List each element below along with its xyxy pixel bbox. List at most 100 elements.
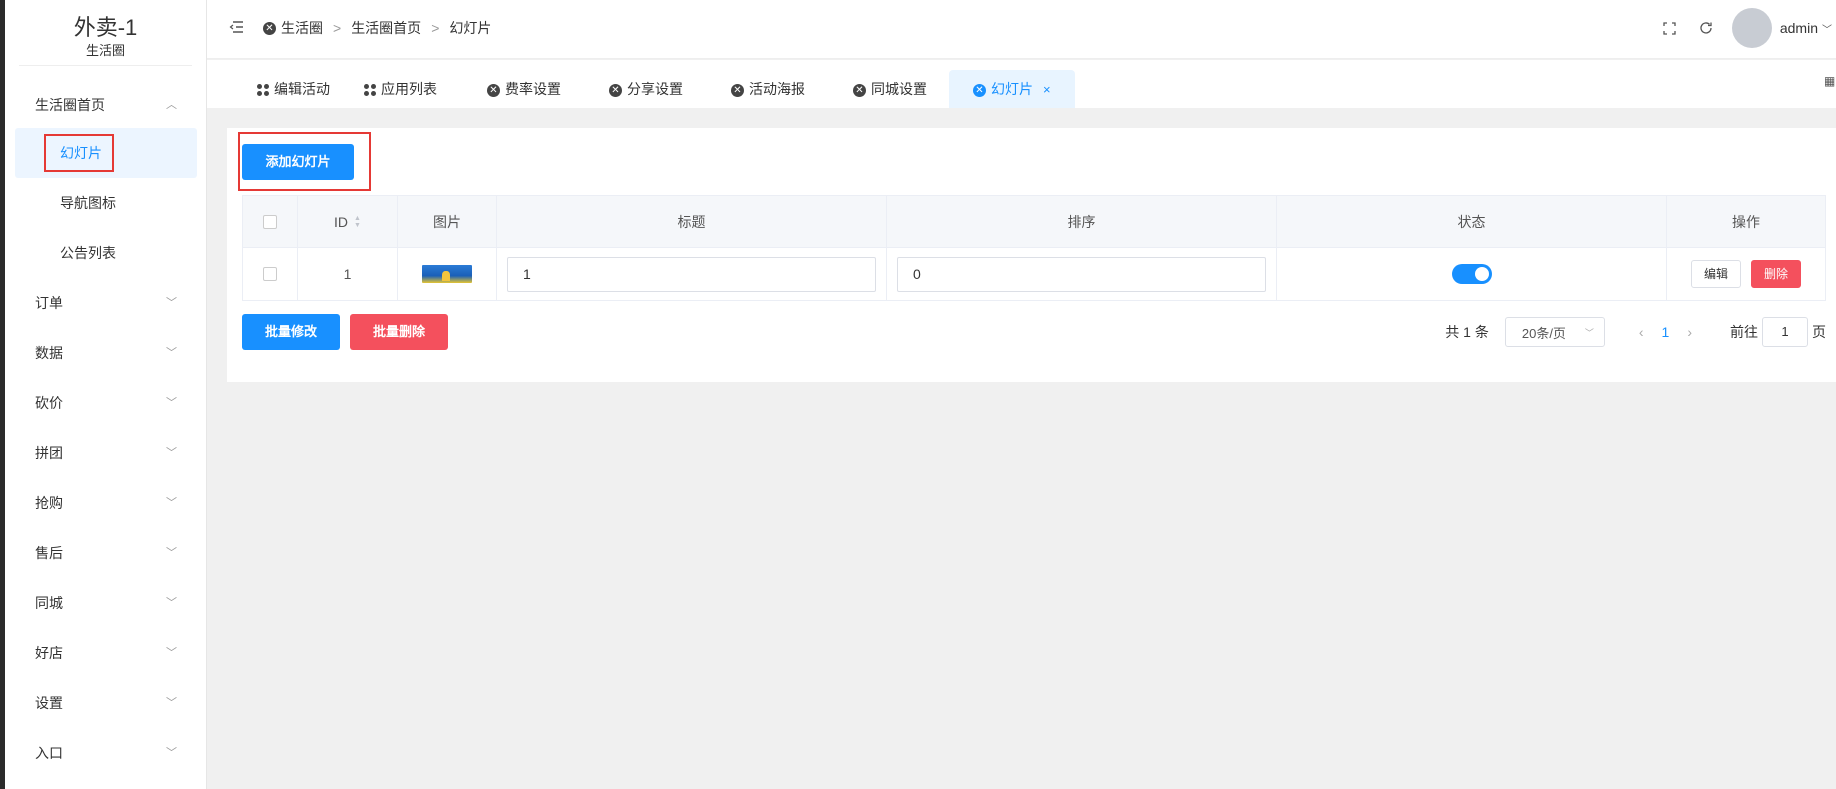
sidebar-item-label: 生活圈首页 [35, 97, 105, 113]
table-row: 1 1 0 编辑 删除 [243, 247, 1825, 300]
sort-icon[interactable]: ▲ ▼ [354, 215, 361, 229]
sidebar-item-local[interactable]: 同城 ﹀ [5, 578, 207, 628]
delete-button[interactable]: 删除 [1751, 260, 1802, 288]
title-input[interactable]: 1 [507, 257, 876, 292]
page-suffix: 页 [1812, 324, 1826, 340]
close-circle-icon: ✕ [853, 83, 866, 97]
avatar[interactable] [1731, 8, 1772, 48]
sidebar-item-bargain[interactable]: 砍价 ﹀ [5, 378, 207, 428]
select-all-checkbox[interactable] [263, 214, 277, 229]
sidebar-item-label: 同城 [35, 595, 63, 611]
tab-label: 活动海报 [749, 81, 805, 97]
header-label: 标题 [677, 213, 706, 230]
header-label: 状态 [1457, 213, 1486, 230]
header-id[interactable]: ID ▲ ▼ [298, 196, 398, 247]
header-label: 排序 [1067, 213, 1096, 230]
header-sort: 排序 [887, 196, 1277, 247]
tab-activity-poster[interactable]: ✕ 活动海报 [731, 70, 805, 108]
sort-cell: 0 [887, 248, 1277, 300]
row-select-cell [243, 248, 298, 300]
select-all-cell [243, 196, 298, 247]
row-checkbox[interactable] [263, 267, 277, 281]
fullscreen-icon[interactable] [1660, 18, 1680, 38]
breadcrumb-item[interactable]: 生活圈首页 [351, 0, 421, 56]
tab-edit-activity[interactable]: 编辑活动 [257, 70, 330, 108]
sidebar-item-label: 售后 [35, 545, 63, 561]
tab-label: 分享设置 [627, 81, 683, 97]
sort-input[interactable]: 0 [897, 257, 1266, 292]
close-circle-icon: ✕ [609, 83, 622, 97]
chevron-down-icon: ﹀ [1584, 327, 1594, 338]
tab-label: 编辑活动 [274, 81, 330, 97]
tab-local-settings[interactable]: ✕ 同城设置 [853, 70, 927, 108]
breadcrumb-separator: > [333, 20, 342, 36]
user-name[interactable]: admin [1780, 20, 1822, 36]
chevron-down-icon: ﹀ [166, 547, 177, 559]
page-size-value: 20条/页 [1521, 325, 1566, 341]
chevron-down-icon: ﹀ [166, 397, 177, 409]
apps-icon [364, 84, 376, 97]
chevron-down-icon: ﹀ [166, 497, 177, 509]
sidebar-item-data[interactable]: 数据 ﹀ [5, 328, 207, 378]
sidebar-item-label: 导航图标 [60, 195, 116, 211]
header-title: 标题 [497, 196, 887, 247]
bulk-delete-button[interactable]: 批量删除 [350, 314, 448, 350]
breadcrumb-separator: > [431, 20, 440, 36]
breadcrumb-item-current: 幻灯片 [449, 20, 492, 36]
chevron-down-icon[interactable]: ﹀ [1822, 21, 1836, 36]
refresh-icon[interactable] [1696, 18, 1716, 38]
title-cell: 1 [497, 248, 887, 300]
chevron-down-icon: ﹀ [166, 747, 177, 759]
sidebar-item-settings[interactable]: 设置 ﹀ [5, 678, 207, 728]
brand-title: 外卖-1 [73, 15, 138, 40]
tab-label: 费率设置 [505, 81, 561, 97]
edit-button[interactable]: 编辑 [1690, 260, 1741, 288]
header-label: 图片 [433, 213, 461, 230]
sidebar-item-entry[interactable]: 入口 ﹀ [5, 728, 207, 778]
breadcrumb-item[interactable]: 生活圈 [281, 0, 323, 56]
table-header: ID ▲ ▼ 图片 标题 排序 状态 操作 [243, 196, 1825, 247]
goto-label: 前往 [1730, 324, 1758, 340]
status-toggle[interactable] [1451, 264, 1492, 284]
sidebar: 外卖-1 生活圈 生活圈首页 ︿ 幻灯片 导航图标 公告列表 订单 ﹀ 数据 ﹀… [5, 0, 207, 789]
header-actions: 操作 [1667, 196, 1825, 247]
menu-fold-icon[interactable] [229, 18, 245, 36]
sidebar-item-home[interactable]: 生活圈首页 ︿ [5, 80, 207, 130]
tab-app-list[interactable]: 应用列表 [364, 70, 437, 108]
sidebar-item-label: 拼团 [35, 445, 63, 461]
sidebar-item-notices[interactable]: 公告列表 [15, 228, 197, 278]
tab-label: 同城设置 [871, 81, 927, 97]
goto-page-input[interactable]: 1 [1762, 317, 1808, 347]
sidebar-item-label: 入口 [35, 745, 63, 761]
sidebar-item-orders[interactable]: 订单 ﹀ [5, 278, 207, 328]
tabs-bar: 编辑活动 应用列表 ✕ 费率设置 ✕ 分享设置 ✕ 活动海报 ✕ 同城设置 ✕ 幻灯片 × … [207, 60, 1836, 108]
brand-subtitle: 生活圈 [85, 43, 125, 58]
tab-slides[interactable]: ✕ 幻灯片 × [949, 70, 1075, 108]
tab-close-icon[interactable]: × [1043, 82, 1051, 97]
sidebar-item-good-shops[interactable]: 好店 ﹀ [5, 628, 207, 678]
page-number[interactable]: 1 [1662, 324, 1670, 340]
header-image: 图片 [398, 196, 497, 247]
slide-thumbnail[interactable] [422, 265, 472, 283]
prev-page-icon[interactable]: ‹ [1639, 324, 1644, 340]
sidebar-item-after-sales[interactable]: 售后 ﹀ [5, 528, 207, 578]
chevron-down-icon: ﹀ [166, 647, 177, 659]
tab-fee-settings[interactable]: ✕ 费率设置 [487, 70, 561, 108]
page-size-select[interactable]: 20条/页 ﹀ [1504, 317, 1605, 347]
sidebar-item-group-buy[interactable]: 拼团 ﹀ [5, 428, 207, 478]
image-cell [398, 248, 497, 300]
tab-label: 应用列表 [381, 81, 437, 97]
more-tabs-icon[interactable]: ▦ [1824, 74, 1836, 90]
bulk-edit-button[interactable]: 批量修改 [242, 314, 340, 350]
close-circle-icon: ✕ [263, 21, 276, 35]
sidebar-item-label: 数据 [35, 345, 63, 361]
tab-share-settings[interactable]: ✕ 分享设置 [609, 70, 683, 108]
sidebar-item-flash-sale[interactable]: 抢购 ﹀ [5, 478, 207, 528]
next-page-icon[interactable]: › [1687, 324, 1692, 340]
chevron-down-icon: ﹀ [166, 297, 177, 309]
status-cell [1277, 248, 1667, 300]
add-slide-button[interactable]: 添加幻灯片 [242, 144, 354, 180]
sidebar-item-label: 砍价 [35, 395, 63, 411]
sidebar-item-nav-icons[interactable]: 导航图标 [15, 178, 197, 228]
header-label: ID [334, 213, 349, 230]
